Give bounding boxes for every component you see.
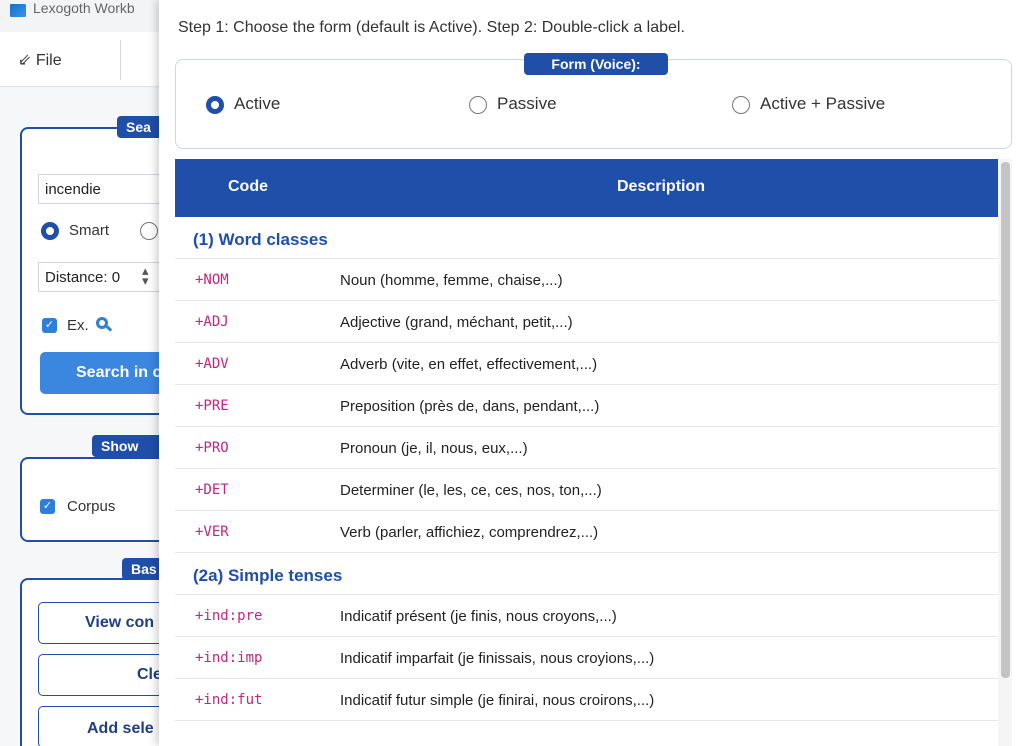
smart-radio[interactable] — [41, 222, 59, 240]
corpus-label: Corpus — [67, 498, 116, 515]
voice-label-active-passive[interactable]: Active + Passive — [760, 94, 885, 114]
description-cell: Adverb (vite, en effet, effectivement,..… — [340, 356, 598, 373]
column-header-code[interactable]: Code — [228, 178, 268, 196]
description-cell: Verb (parler, affichiez, comprendrez,...… — [340, 524, 599, 541]
distance-spinner[interactable]: ▴ ▾ — [142, 264, 149, 287]
view-button-label: View con — [85, 614, 155, 631]
table-row[interactable]: +ADJ Adjective (grand, méchant, petit,...… — [175, 301, 998, 343]
code-cell: +ind:pre — [195, 608, 263, 624]
table-row[interactable]: +ind:imp Indicatif imparfait (je finissai… — [175, 637, 998, 679]
window-title: Lexogoth Workb — [33, 0, 135, 16]
code-cell: +ADV — [195, 356, 229, 372]
code-cell: +PRE — [195, 398, 229, 414]
table-row[interactable]: +ADV Adverb (vite, en effet, effectivemen… — [175, 343, 998, 385]
code-cell: +PRO — [195, 440, 229, 456]
search-input[interactable]: incendie — [38, 174, 178, 204]
description-cell: Preposition (près de, dans, pendant,...) — [340, 398, 600, 415]
section-title: (1) Word classes — [193, 230, 328, 249]
code-cell: +ind:fut — [195, 692, 263, 708]
table-row[interactable]: +ind:fut Indicatif futur simple (je finir… — [175, 679, 998, 721]
description-cell: Pronoun (je, il, nous, eux,...) — [340, 440, 528, 457]
ex-label: Ex. — [67, 317, 89, 334]
table-scrollbar-thumb[interactable] — [1001, 162, 1010, 678]
description-cell: Adjective (grand, méchant, petit,...) — [340, 314, 573, 331]
table-row[interactable]: +ind:pre Indicatif présent (je finis, nou… — [175, 595, 998, 637]
table-row[interactable]: +PRO Pronoun (je, il, nous, eux,...) — [175, 427, 998, 469]
corpus-checkbox[interactable]: ✓ — [40, 499, 55, 514]
code-cell: +NOM — [195, 272, 229, 288]
section-header-row: (2a) Simple tenses — [175, 553, 998, 595]
voice-radio-active-passive[interactable] — [732, 96, 750, 114]
description-cell: Noun (homme, femme, chaise,...) — [340, 272, 563, 289]
distance-field[interactable]: Distance: 0 — [38, 262, 178, 292]
table-header: Code Description — [175, 159, 998, 217]
file-menu[interactable]: ⇙ File — [18, 50, 62, 70]
ex-checkbox[interactable]: ✓ — [42, 318, 57, 333]
clear-button[interactable]: Cle — [38, 654, 178, 696]
voice-radio-passive[interactable] — [469, 96, 487, 114]
magnifier-icon[interactable] — [96, 317, 108, 329]
code-cell: +ADJ — [195, 314, 229, 330]
table-row[interactable]: +VER Verb (parler, affichiez, comprendrez… — [175, 511, 998, 553]
add-button-label: Add sele — [87, 720, 154, 737]
description-cell: Indicatif imparfait (je finissais, nous … — [340, 650, 655, 667]
code-cell: +VER — [195, 524, 229, 540]
instructions-text: Step 1: Choose the form (default is Acti… — [178, 19, 685, 36]
add-button[interactable]: Add sele — [38, 706, 178, 746]
smart-label: Smart — [69, 222, 110, 239]
voice-label-active[interactable]: Active — [234, 94, 280, 114]
voice-radio-active[interactable] — [206, 96, 224, 114]
description-cell: Indicatif futur simple (je finirai, nous… — [340, 692, 655, 709]
voice-label-passive[interactable]: Passive — [497, 94, 557, 114]
description-cell: Indicatif présent (je finis, nous croyon… — [340, 608, 617, 625]
description-cell: Determiner (le, les, ce, ces, nos, ton,.… — [340, 482, 602, 499]
table-row[interactable]: +NOM Noun (homme, femme, chaise,...) — [175, 259, 998, 301]
app-logo-icon — [10, 4, 26, 17]
table-row[interactable]: +PRE Preposition (près de, dans, pendant,… — [175, 385, 998, 427]
code-table: Code Description (1) Word classes +NOM Nou… — [175, 159, 998, 746]
section-title: (2a) Simple tenses — [193, 566, 343, 585]
voice-form-title: Form (Voice): — [524, 53, 668, 75]
column-header-description[interactable]: Description — [617, 178, 705, 196]
code-cell: +ind:imp — [195, 650, 263, 666]
code-picker-dialog: Step 1: Choose the form (default is Acti… — [159, 0, 1024, 746]
menu-separator — [120, 40, 121, 80]
table-body: (1) Word classes +NOM Noun (homme, femme, … — [175, 217, 998, 721]
section-header-row: (1) Word classes — [175, 217, 998, 259]
code-cell: +DET — [195, 482, 229, 498]
view-button[interactable]: View con — [38, 602, 178, 644]
show-group-title: Show — [92, 435, 167, 457]
mode-radio-2[interactable] — [140, 222, 158, 240]
table-row[interactable]: +DET Determiner (le, les, ce, ces, nos, t… — [175, 469, 998, 511]
